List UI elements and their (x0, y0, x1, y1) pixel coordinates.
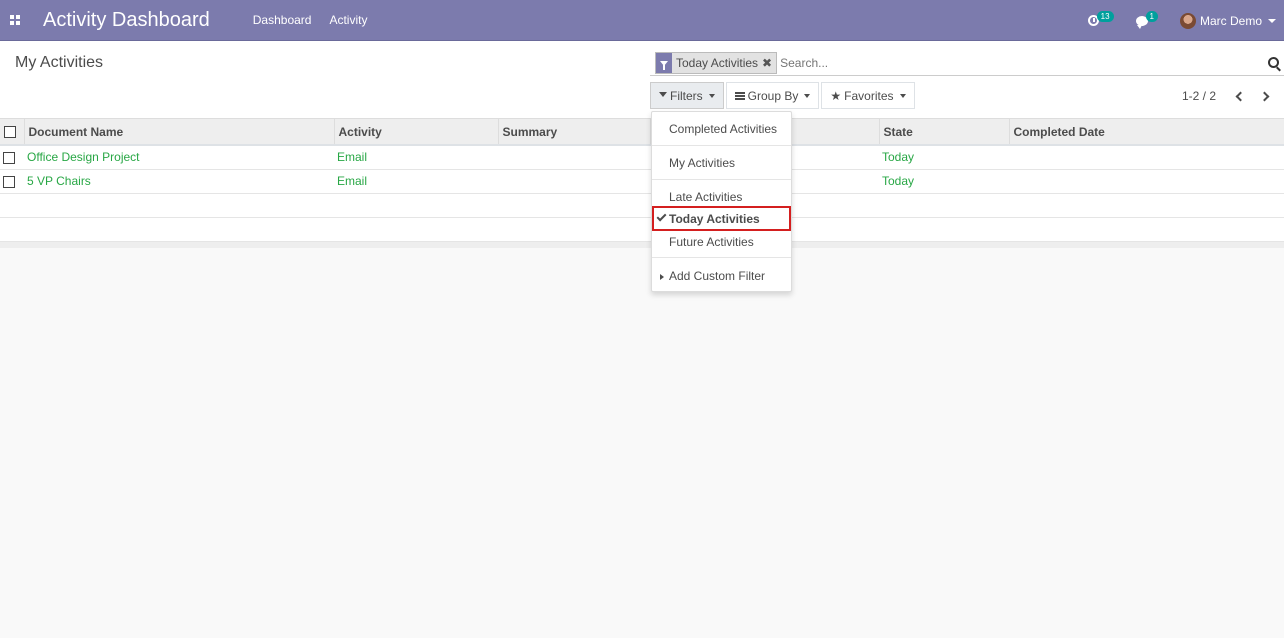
filter-completed-activities[interactable]: Completed Activities (652, 122, 791, 136)
add-custom-filter[interactable]: Add Custom Filter (652, 269, 791, 283)
search-bar: Today Activities ✖ (650, 51, 1284, 76)
activity-cell[interactable]: Email (334, 169, 498, 194)
filter-icon (656, 53, 672, 73)
dropdown-divider (652, 257, 791, 258)
filter-my-activities[interactable]: My Activities (652, 156, 791, 170)
activity-cell[interactable]: Email (334, 145, 498, 170)
table-footer (0, 241, 1284, 248)
filter-late-activities[interactable]: Late Activities (652, 190, 791, 204)
check-icon (656, 211, 667, 222)
caret-right-icon (660, 274, 664, 280)
column-state[interactable]: State (879, 119, 1010, 145)
row-checkbox[interactable] (3, 175, 15, 188)
column-activity[interactable]: Activity (334, 119, 499, 145)
group-by-label: Group By (747, 88, 799, 103)
table-header: Document Name Activity Summary State Com… (0, 119, 1284, 145)
select-all-checkbox[interactable] (4, 126, 16, 139)
activity-table: Document Name Activity Summary State Com… (0, 119, 1284, 242)
completed-date-cell[interactable] (1009, 169, 1284, 194)
summary-cell[interactable] (498, 145, 650, 170)
empty-row (0, 217, 1284, 242)
user-name: Marc Demo (1199, 13, 1262, 28)
messaging-systray[interactable]: 1 (1135, 11, 1158, 29)
state-cell[interactable]: Today (879, 169, 1009, 194)
column-completed-date[interactable]: Completed Date (1009, 119, 1284, 145)
chevron-left-icon (1235, 91, 1245, 101)
apps-menu-icon[interactable] (0, 0, 30, 41)
activity-count-badge: 13 (1096, 11, 1114, 22)
bars-icon (734, 91, 745, 100)
filter-icon (659, 92, 667, 97)
select-all-cell[interactable] (0, 119, 25, 145)
app-title[interactable]: Activity Dashboard (43, 9, 210, 32)
summary-cell[interactable] (498, 169, 650, 194)
completed-date-cell[interactable] (1009, 145, 1284, 170)
search-input[interactable] (780, 56, 1251, 70)
row-checkbox[interactable] (3, 152, 15, 165)
chevron-right-icon (1259, 91, 1269, 101)
search-options: Filters Group By ★ Favorites (650, 82, 917, 109)
menu-item-dashboard[interactable]: Dashboard (253, 13, 312, 27)
systray: 13 1 Marc Demo (1087, 0, 1284, 41)
filters-dropdown: Completed Activities My Activities Late … (651, 111, 792, 292)
state-cell[interactable]: Today (879, 145, 1009, 170)
filter-today-activities-label: Today Activities (669, 211, 760, 226)
control-panel: My Activities Today Activities ✖ Filters… (0, 41, 1284, 119)
filter-future-activities[interactable]: Future Activities (652, 235, 791, 249)
empty-row (0, 193, 1284, 218)
chevron-down-icon (1268, 18, 1276, 23)
message-count-badge: 1 (1145, 11, 1158, 22)
table-row[interactable]: 5 VP Chairs Email Today (0, 169, 1284, 194)
search-icon[interactable] (1268, 57, 1279, 68)
document-name-cell[interactable]: Office Design Project (24, 145, 334, 170)
column-summary[interactable]: Summary (498, 119, 651, 145)
filters-label: Filters (670, 88, 703, 103)
document-name-cell[interactable]: 5 VP Chairs (24, 169, 334, 194)
user-menu[interactable]: Marc Demo (1179, 12, 1276, 29)
chevron-down-icon (804, 93, 811, 98)
chevron-down-icon (708, 93, 715, 98)
pager-previous-button[interactable] (1228, 88, 1252, 104)
breadcrumb: My Activities (15, 54, 104, 71)
dropdown-divider (652, 145, 791, 146)
activity-systray[interactable]: 13 (1087, 11, 1114, 26)
dropdown-divider (652, 179, 791, 180)
close-icon[interactable]: ✖ (762, 56, 776, 70)
pager: 1-2 / 2 (1182, 88, 1276, 104)
chevron-down-icon (899, 93, 906, 98)
main-menu: Dashboard Activity (253, 13, 386, 27)
filters-button[interactable]: Filters (650, 82, 724, 109)
search-facet[interactable]: Today Activities ✖ (655, 52, 778, 74)
table-row[interactable]: Office Design Project Email Today (0, 145, 1284, 170)
menu-item-activity[interactable]: Activity (329, 13, 367, 27)
top-navbar: Activity Dashboard Dashboard Activity 13… (0, 0, 1284, 41)
list-view: Document Name Activity Summary State Com… (0, 119, 1284, 248)
group-by-button[interactable]: Group By (725, 82, 820, 109)
pager-next-button[interactable] (1252, 88, 1276, 104)
add-custom-filter-label: Add Custom Filter (669, 269, 766, 283)
column-document-name[interactable]: Document Name (24, 119, 335, 145)
pager-value[interactable]: 1-2 / 2 (1182, 89, 1216, 103)
facet-label: Today Activities (676, 56, 759, 70)
star-icon: ★ (830, 88, 842, 103)
avatar (1179, 12, 1196, 29)
favorites-button[interactable]: ★ Favorites (821, 82, 915, 109)
favorites-label: Favorites (844, 88, 894, 103)
filter-today-activities[interactable]: Today Activities (652, 206, 791, 231)
